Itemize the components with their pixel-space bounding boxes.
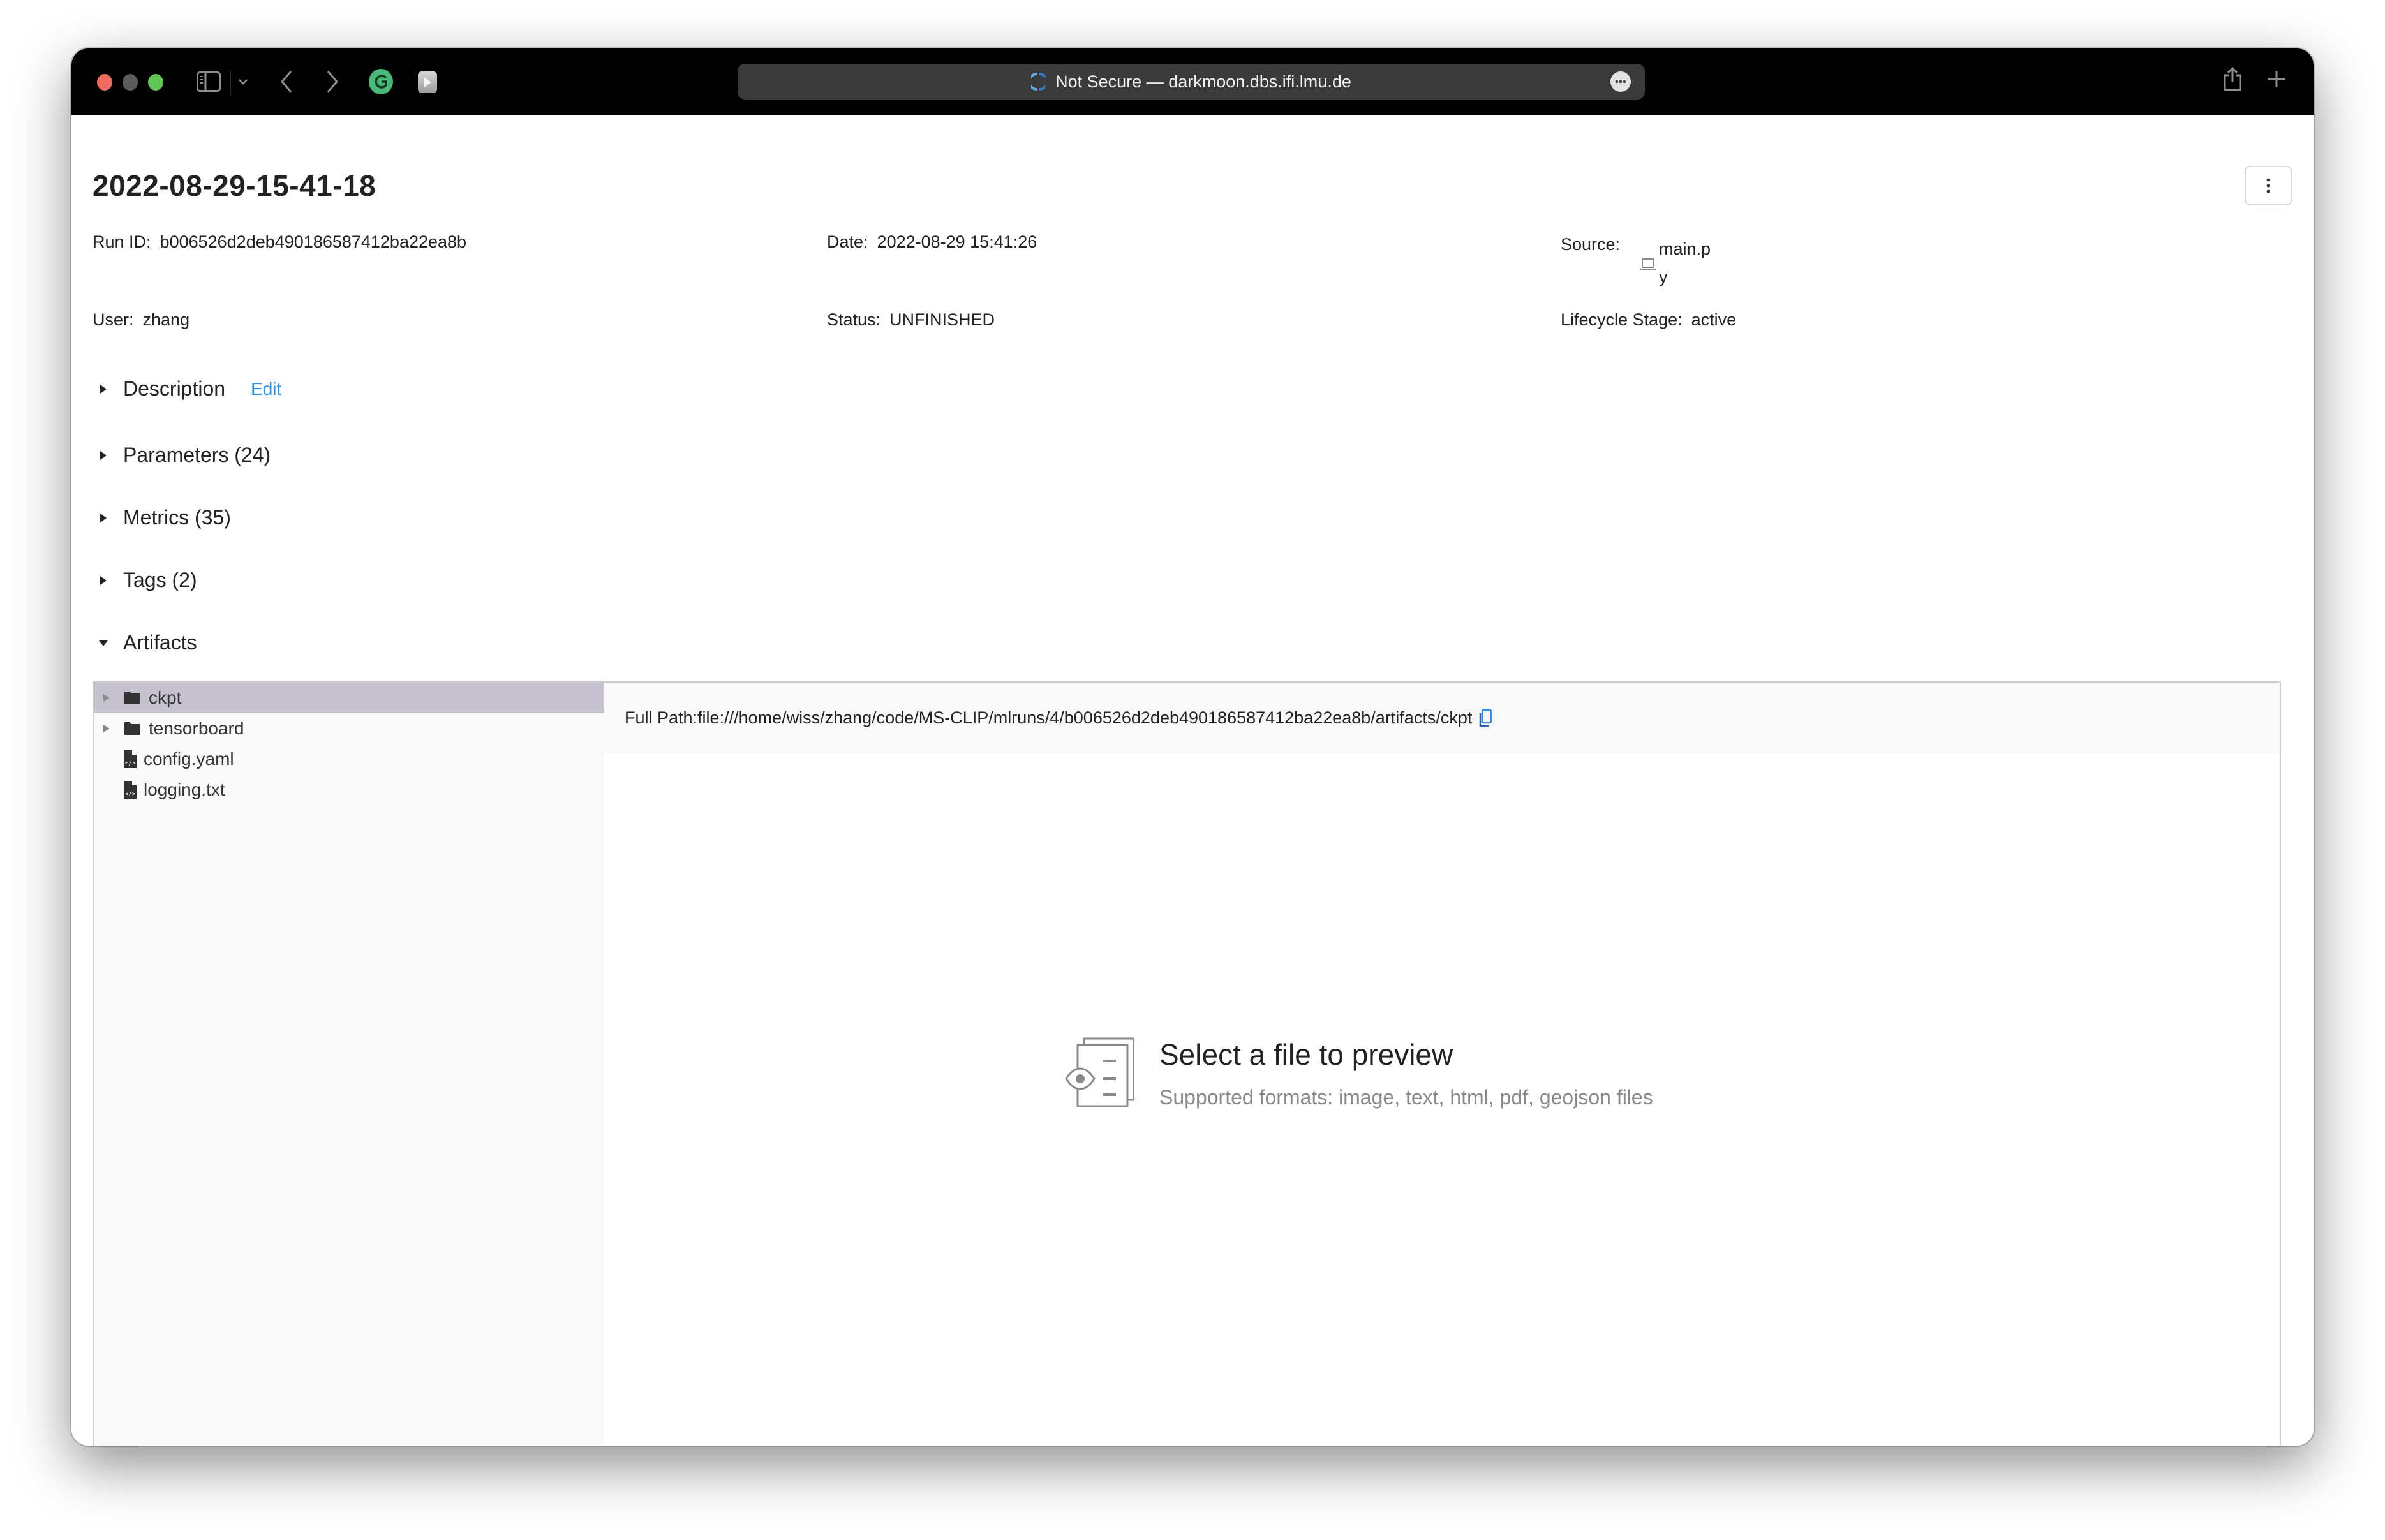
- laptop-icon: [1640, 258, 1656, 270]
- section-parameters-label: Parameters (24): [123, 443, 271, 466]
- tree-item-label: config.yaml: [144, 749, 234, 769]
- status-field: Status: UNFINISHED: [827, 310, 995, 330]
- run-id-value: b006526d2deb490186587412ba22ea8b: [160, 232, 467, 251]
- source-label: Source:: [1561, 235, 1621, 254]
- full-path-text: Full Path:file:///home/wiss/zhang/code/M…: [625, 708, 1473, 727]
- folder-icon: [123, 690, 142, 706]
- toolbar-divider: [230, 70, 231, 96]
- date-field: Date: 2022-08-29 15:41:26: [827, 232, 1037, 252]
- section-tags[interactable]: Tags (2): [93, 568, 197, 592]
- close-window-button[interactable]: [97, 74, 112, 91]
- more-icon[interactable]: [1610, 71, 1631, 92]
- empty-preview-state: Select a file to preview Supported forma…: [1064, 1033, 1829, 1116]
- code-file-icon: </>: [124, 750, 137, 768]
- extension-play-icon[interactable]: [418, 71, 437, 93]
- overflow-menu-button[interactable]: [2245, 166, 2292, 205]
- section-description-label: Description: [123, 377, 226, 400]
- browser-toolbar: Not Secure — darkmoon.dbs.ifi.lmu.de: [71, 48, 2314, 115]
- new-tab-icon[interactable]: [2264, 66, 2289, 92]
- share-icon[interactable]: [2222, 65, 2243, 93]
- user-label: User:: [93, 310, 134, 329]
- artifact-tree: ckpt tensorboard </> config.yaml </> log…: [94, 683, 604, 1446]
- code-file-icon: </>: [124, 781, 137, 799]
- empty-preview-subtitle: Supported formats: image, text, html, pd…: [1159, 1086, 1653, 1109]
- source-link[interactable]: main.py: [1659, 235, 1716, 291]
- tree-item-label: tensorboard: [149, 718, 244, 738]
- forward-icon[interactable]: [323, 68, 342, 96]
- caret-down-icon: [93, 632, 114, 654]
- empty-preview-title: Select a file to preview: [1159, 1038, 1453, 1071]
- tree-item-label: ckpt: [149, 688, 182, 707]
- caret-right-icon: [93, 507, 114, 529]
- section-artifacts[interactable]: Artifacts: [93, 631, 197, 655]
- date-label: Date:: [827, 232, 868, 251]
- run-id-label: Run ID:: [93, 232, 151, 251]
- user-field: User: zhang: [93, 310, 189, 330]
- loading-spinner-icon: [1031, 73, 1046, 91]
- preview-file-icon: [1065, 1037, 1134, 1107]
- tree-item-logging-txt[interactable]: </> logging.txt: [94, 774, 604, 805]
- expand-arrow-icon[interactable]: [103, 693, 112, 702]
- section-metrics[interactable]: Metrics (35): [93, 506, 231, 529]
- tree-item-config-yaml[interactable]: </> config.yaml: [94, 744, 604, 774]
- kebab-icon: [2266, 178, 2270, 193]
- sidebar-toggle-icon[interactable]: [197, 71, 221, 92]
- tree-item-tensorboard[interactable]: tensorboard: [94, 713, 604, 744]
- url-text: Not Secure — darkmoon.dbs.ifi.lmu.de: [1055, 71, 1351, 91]
- lifecycle-label: Lifecycle Stage:: [1561, 310, 1683, 329]
- section-metrics-label: Metrics (35): [123, 506, 231, 529]
- svg-text:</>: </>: [125, 760, 136, 767]
- section-artifacts-label: Artifacts: [123, 631, 197, 654]
- date-value: 2022-08-29 15:41:26: [877, 232, 1037, 251]
- status-label: Status:: [827, 310, 881, 329]
- user-value: zhang: [142, 310, 190, 329]
- minimize-window-button[interactable]: [123, 74, 138, 91]
- grammarly-icon[interactable]: [369, 69, 393, 94]
- lifecycle-field: Lifecycle Stage: active: [1561, 310, 1736, 330]
- lifecycle-value: active: [1691, 310, 1737, 329]
- run-page: 2022-08-29-15-41-18 Run ID: b006526d2deb4…: [71, 115, 2314, 1446]
- caret-right-icon: [93, 445, 114, 466]
- section-tags-label: Tags (2): [123, 568, 197, 591]
- page-title: 2022-08-29-15-41-18: [93, 169, 376, 202]
- artifact-preview: Full Path:file:///home/wiss/zhang/code/M…: [604, 683, 2280, 1446]
- caret-right-icon: [93, 570, 114, 591]
- expand-arrow-icon[interactable]: [103, 724, 112, 733]
- artifacts-panel: ckpt tensorboard </> config.yaml </> log…: [93, 681, 2281, 1446]
- status-value: UNFINISHED: [889, 310, 995, 329]
- maximize-window-button[interactable]: [148, 74, 163, 91]
- browser-window: Not Secure — darkmoon.dbs.ifi.lmu.de 202…: [71, 48, 2314, 1446]
- section-parameters[interactable]: Parameters (24): [93, 443, 271, 467]
- tree-item-label: logging.txt: [144, 780, 225, 799]
- chevron-down-icon[interactable]: [236, 73, 250, 91]
- folder-icon: [123, 721, 142, 736]
- caret-right-icon: [93, 378, 114, 400]
- section-description[interactable]: Description Edit: [93, 377, 281, 401]
- back-icon[interactable]: [277, 68, 296, 96]
- edit-description-link[interactable]: Edit: [251, 379, 281, 399]
- svg-text:</>: </>: [125, 791, 136, 797]
- address-bar[interactable]: Not Secure — darkmoon.dbs.ifi.lmu.de: [738, 64, 1645, 100]
- full-path-bar: Full Path:file:///home/wiss/zhang/code/M…: [604, 683, 2280, 753]
- run-id-field: Run ID: b006526d2deb490186587412ba22ea8b: [93, 232, 466, 252]
- tree-item-ckpt[interactable]: ckpt: [94, 683, 604, 713]
- copy-icon[interactable]: [1478, 709, 1492, 727]
